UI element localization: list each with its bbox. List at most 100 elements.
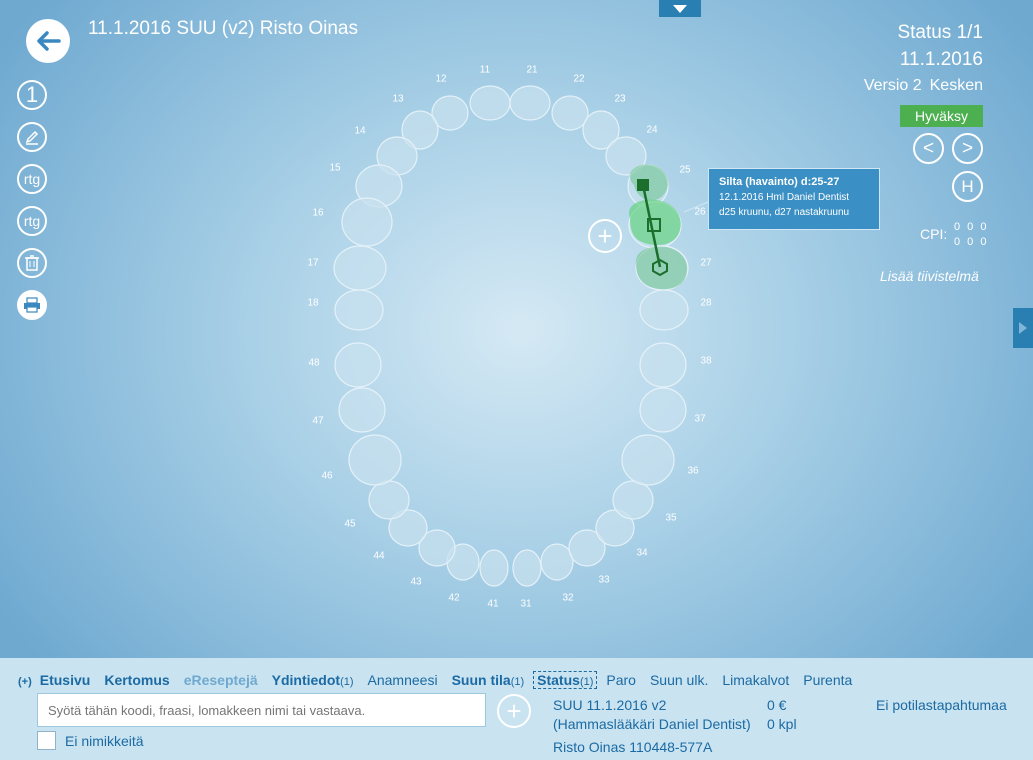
tooth-number-21: 21	[526, 64, 538, 76]
tooth-number-35: 35	[665, 512, 677, 524]
tooth-number-17: 17	[307, 257, 319, 269]
tab-ereseptit[interactable]: eReseptejä	[184, 672, 258, 688]
history-button[interactable]: H	[952, 171, 983, 202]
tooth-number-11: 11	[479, 64, 491, 76]
tab-limakalvot[interactable]: Limakalvot	[722, 672, 789, 688]
tooth-11[interactable]	[469, 85, 511, 121]
tooth-number-23: 23	[614, 93, 626, 105]
previous-button[interactable]: <	[913, 133, 944, 164]
tooth-number-14: 14	[354, 125, 366, 137]
cpi-label: CPI:	[920, 226, 948, 242]
cpi-row: 0 0 0	[954, 221, 989, 233]
summary-events: Ei potilastapahtumaa	[876, 697, 1007, 713]
tooth-number-37: 37	[694, 413, 706, 425]
tooth-number-36: 36	[687, 465, 699, 477]
tooth-number-24: 24	[646, 124, 658, 136]
tooth-46[interactable]	[348, 434, 402, 486]
tab-count: (1)	[340, 676, 354, 688]
tooth-32[interactable]	[540, 543, 574, 581]
status-version: Versio 2	[863, 77, 922, 94]
tooth-number-28: 28	[700, 297, 712, 309]
tooth-number-43: 43	[410, 576, 422, 588]
summary-cost: 0 €	[767, 697, 787, 713]
dental-chart-area: 11.1.2016 SUU (v2) Risto Oinas 1 rtg rtg	[0, 0, 1033, 658]
tab-paro[interactable]: Paro	[606, 672, 636, 688]
status-state: Kesken	[929, 77, 983, 94]
tooth-35[interactable]	[612, 480, 654, 520]
status-block: Status 1/1 11.1.2016 Versio 2 Kesken	[864, 22, 983, 95]
tooth-38[interactable]	[639, 342, 687, 388]
chevron-right-icon	[1019, 322, 1027, 334]
add-button[interactable]: +	[588, 219, 622, 253]
status-title: Status 1/1	[897, 22, 983, 43]
tooth-47[interactable]	[338, 387, 386, 433]
tab-ydintiedot[interactable]: Ydintiedot(1)	[272, 672, 354, 688]
tooth-17[interactable]	[333, 245, 387, 291]
no-items-checkbox[interactable]	[37, 731, 56, 750]
add-summary-link[interactable]: Lisää tiivistelmä	[880, 268, 979, 284]
summary-patient: Risto Oinas 110448-577A	[553, 739, 713, 755]
no-items-label: Ei nimikkeitä	[65, 733, 144, 749]
tooth-22[interactable]	[551, 95, 589, 131]
tab-suun-tila[interactable]: Suun tila(1)	[452, 672, 525, 688]
tab-add[interactable]: (+)	[18, 676, 32, 688]
tooth-number-26: 26	[694, 206, 706, 218]
tooth-number-34: 34	[636, 547, 648, 559]
tooth-41[interactable]	[479, 549, 509, 587]
summary-title: SUU 11.1.2016 v2	[553, 697, 667, 713]
tooth-number-41: 41	[487, 598, 499, 610]
tab-status[interactable]: Status(1)	[533, 671, 598, 689]
tooth-16[interactable]	[341, 197, 393, 247]
tooth-number-13: 13	[392, 93, 404, 105]
tooth-number-45: 45	[344, 518, 356, 530]
search-input[interactable]	[37, 693, 486, 727]
tooth-36[interactable]	[621, 434, 675, 486]
tooth-number-22: 22	[573, 73, 585, 85]
tooth-chart	[333, 85, 709, 587]
tooth-45[interactable]	[368, 480, 410, 520]
tooth-31[interactable]	[512, 549, 542, 587]
tab-label: Suun tila	[451, 672, 511, 688]
bottom-panel: (+) Etusivu Kertomus eReseptejä Ydintied…	[0, 658, 1033, 760]
summary-dentist: (Hammaslääkäri Daniel Dentist)	[553, 716, 751, 732]
tooth-number-33: 33	[598, 574, 610, 586]
tooth-number-31: 31	[520, 598, 532, 610]
tooltip-line: d25 kruunu, d27 nastakruunu	[719, 207, 850, 218]
tab-purenta[interactable]: Purenta	[803, 672, 852, 688]
status-version-row: Versio 2 Kesken	[864, 77, 983, 95]
cpi-row: 0 0 0	[954, 236, 989, 248]
bridge-tooltip: Silta (havainto) d:25-27 12.1.2016 Hml D…	[708, 168, 880, 230]
approve-button[interactable]: Hyväksy	[900, 105, 983, 127]
tooltip-title: Silta (havainto) d:25-27	[719, 176, 840, 188]
tooth-18[interactable]	[334, 289, 384, 331]
tooth-number-47: 47	[312, 415, 324, 427]
tooth-number-46: 46	[321, 470, 333, 482]
tooth-number-42: 42	[448, 592, 460, 604]
tooth-number-16: 16	[312, 207, 324, 219]
expand-right-button[interactable]	[1013, 308, 1033, 348]
bridge-overlay	[629, 164, 709, 290]
tab-count: (1)	[579, 676, 594, 688]
next-button[interactable]: >	[952, 133, 983, 164]
add-entry-button[interactable]: +	[497, 694, 531, 728]
tab-label: Ydintiedot	[271, 672, 341, 688]
tooth-number-12: 12	[435, 73, 447, 85]
tooth-number-27: 27	[700, 257, 712, 269]
tooth-number-15: 15	[329, 162, 341, 174]
tooth-number-48: 48	[308, 357, 320, 369]
tab-count: (1)	[510, 676, 525, 688]
tooth-48[interactable]	[334, 342, 382, 388]
tab-etusivu[interactable]: Etusivu	[40, 672, 91, 688]
cpi-values: 0 0 0 0 0 0	[954, 220, 988, 250]
tooth-21[interactable]	[509, 85, 551, 121]
tooth-number-44: 44	[373, 550, 385, 562]
tab-kertomus[interactable]: Kertomus	[104, 672, 169, 688]
tab-label: Status	[537, 672, 580, 688]
tooth-37[interactable]	[639, 387, 687, 433]
summary-count: 0 kpl	[767, 716, 797, 732]
tooth-number-38: 38	[700, 355, 712, 367]
tab-suun-ulk[interactable]: Suun ulk.	[650, 672, 708, 688]
tooltip-line: 12.1.2016 Hml Daniel Dentist	[719, 192, 850, 203]
tooth-28[interactable]	[639, 289, 689, 331]
tab-anamneesi[interactable]: Anamneesi	[368, 672, 438, 688]
